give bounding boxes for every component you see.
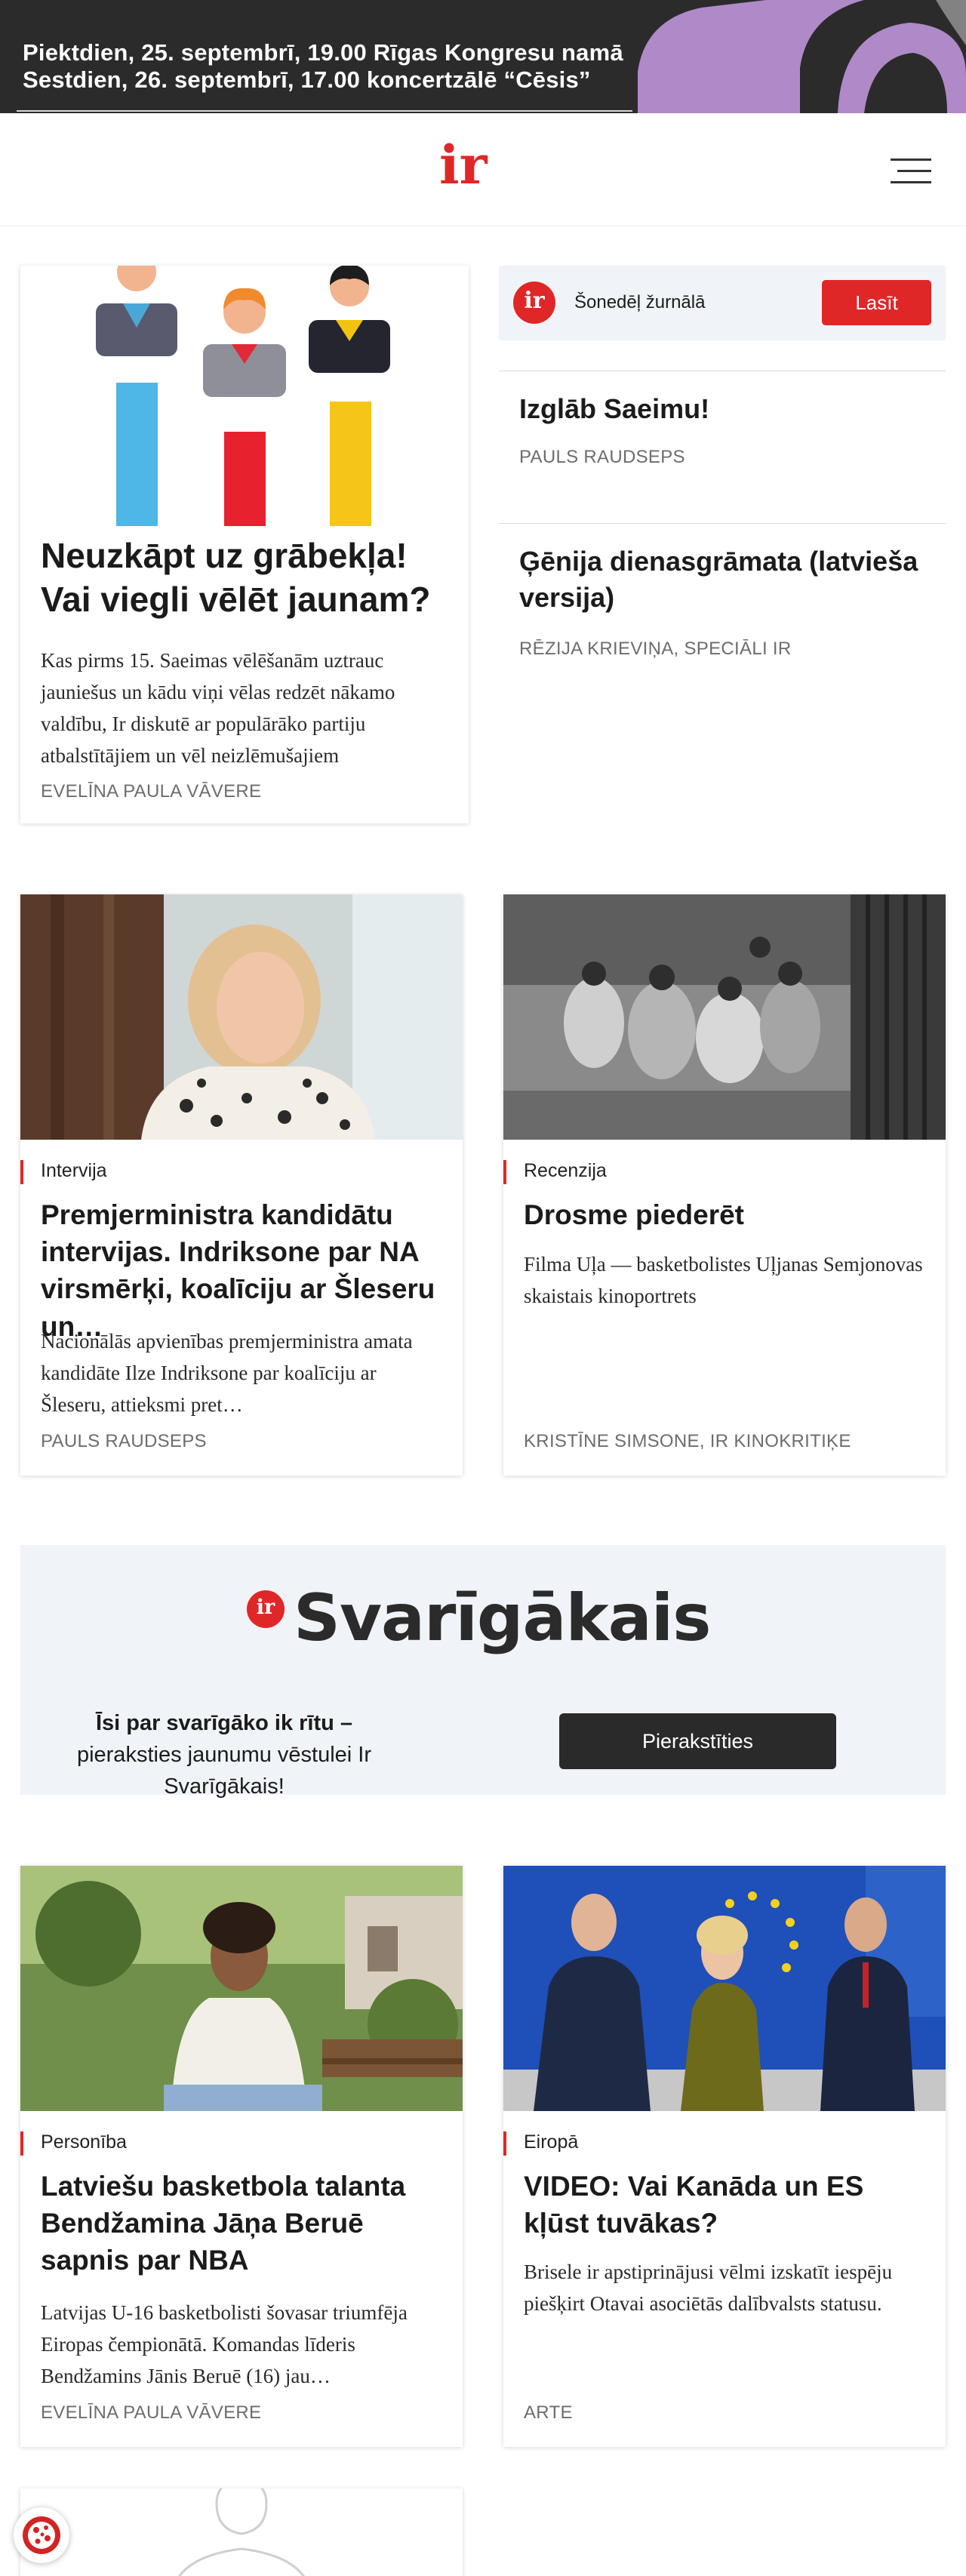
sidebar-article-author[interactable]: Rēzija Krieviņa, speciāli Ir [519,639,792,660]
sidebar-article-item[interactable]: Izglāb Saeimu! Pauls Raudseps [499,371,946,522]
newsletter-description: Īsi par svarīgāko ik rītu – pieraksties … [51,1707,398,1802]
article-category[interactable]: Eiropā [524,2131,578,2153]
read-magazine-button[interactable]: Lasīt [822,280,931,325]
article-card[interactable]: Eiropā VIDEO: Vai Kanāda un ES kļūst tuv… [503,1866,946,2447]
article-image-review [503,894,946,1140]
article-card[interactable]: Personība Latviešu basketbola talanta Be… [20,1866,463,2447]
site-header: ir [0,113,966,226]
featured-article-title[interactable]: Neuzkāpt uz grābekļa! Vai viegli vēlēt j… [41,534,451,622]
article-author[interactable]: Pauls Raudseps [41,1431,207,1452]
sidebar-article-author[interactable]: Pauls Raudseps [519,447,685,468]
featured-article-lede: Kas pirms 15. Saeimas vēlēšanām uztrauc … [41,649,395,767]
ir-logo-icon: ir [247,1590,285,1628]
article-card[interactable]: Recenzija Drosme piederēt Filma Uļa — ba… [503,894,946,1476]
article-lede: Filma Uļa — basketbolistes Uļjanas Semjo… [524,1253,923,1307]
category-marker [20,2131,23,2156]
newsletter-subscribe-button[interactable]: Pierakstīties [559,1713,836,1769]
featured-article-card[interactable]: Neuzkāpt uz grābekļa! Vai viegli vēlēt j… [20,266,469,823]
article-category[interactable]: Personība [41,2131,127,2153]
article-image-person [20,1866,463,2111]
newsletter-description-rest: pieraksties jaunumu vēstulei Ir Svarīgāk… [76,1743,372,1799]
article-lede: Nacionālās apvienības premjerministra am… [41,1330,413,1416]
weekly-magazine-label: Šonedēļ žurnālā [574,292,706,312]
featured-article-author[interactable]: Evelīna Paula Vāvere [41,781,261,802]
article-card[interactable] [20,2488,463,2576]
article-category[interactable]: Recenzija [524,1160,607,1182]
menu-line [897,170,931,172]
cookie-dots-icon [28,2522,55,2549]
sidebar-article-title[interactable]: Izglāb Saeimu! [519,391,931,427]
article-author[interactable]: Evelīna Paula Vāvere [41,2402,261,2424]
banner-line-1: Piektdien, 25. septembrī, 19.00 Rīgas Ko… [23,39,623,66]
site-logo[interactable]: ir [439,139,487,192]
article-card[interactable]: Intervija Premjerministra kandidātu inte… [20,894,463,1476]
category-marker [20,1160,23,1184]
banner-divider [17,110,632,112]
article-image-interview [20,894,463,1140]
article-title[interactable]: VIDEO: Vai Kanāda un ES kļūst tuvākas? [524,2168,928,2242]
event-banner[interactable]: Piektdien, 25. septembrī, 19.00 Rīgas Ko… [0,0,966,113]
hamburger-menu-icon[interactable] [891,157,931,184]
newsletter-signup-panel: ir Svarīgākais Īsi par svarīgāko ik rītu… [20,1545,946,1799]
article-title[interactable]: Premjerministra kandidātu intervijas. In… [41,1196,445,1345]
article-lede: Latvijas U-16 basketbolisti šovasar triu… [41,2301,408,2387]
article-image-partial [20,2488,463,2576]
newsletter-description-bold: Īsi par svarīgāko ik rītu – [95,1711,353,1735]
article-title[interactable]: Drosme piederēt [524,1196,928,1233]
article-title[interactable]: Latviešu basketbola talanta Bendžamina J… [41,2168,445,2279]
menu-line [891,181,931,183]
newsletter-logo: ir Svarīgākais [247,1575,730,1658]
banner-line-2: Sestdien, 26. septembrī, 17.00 koncertzā… [23,66,591,93]
article-author[interactable]: Kristīne Simsone, Ir kinokritiķe [524,1431,851,1452]
featured-article-image [20,266,469,526]
menu-line [891,158,931,161]
article-image-europe [503,1866,946,2111]
article-lede: Brisele ir apstiprinājusi vēlmi izskatīt… [524,2261,893,2315]
cookie-settings-icon[interactable] [14,2507,69,2563]
newsletter-brand-name: Svarīgākais [294,1580,711,1656]
category-marker [503,2131,506,2156]
sidebar-article-title[interactable]: Ģēnija dienasgrāmata (latvieša versija) [519,543,931,616]
category-marker [503,1160,506,1184]
article-category[interactable]: Intervija [41,1160,107,1182]
banner-artwork [638,0,966,113]
sidebar-article-item[interactable]: Ģēnija dienasgrāmata (latvieša versija) … [499,523,946,674]
weekly-magazine-box: ir Šonedēļ žurnālā Lasīt [499,266,946,340]
article-author[interactable]: Arte [524,2402,573,2424]
ir-logo-icon: ir [513,282,555,324]
